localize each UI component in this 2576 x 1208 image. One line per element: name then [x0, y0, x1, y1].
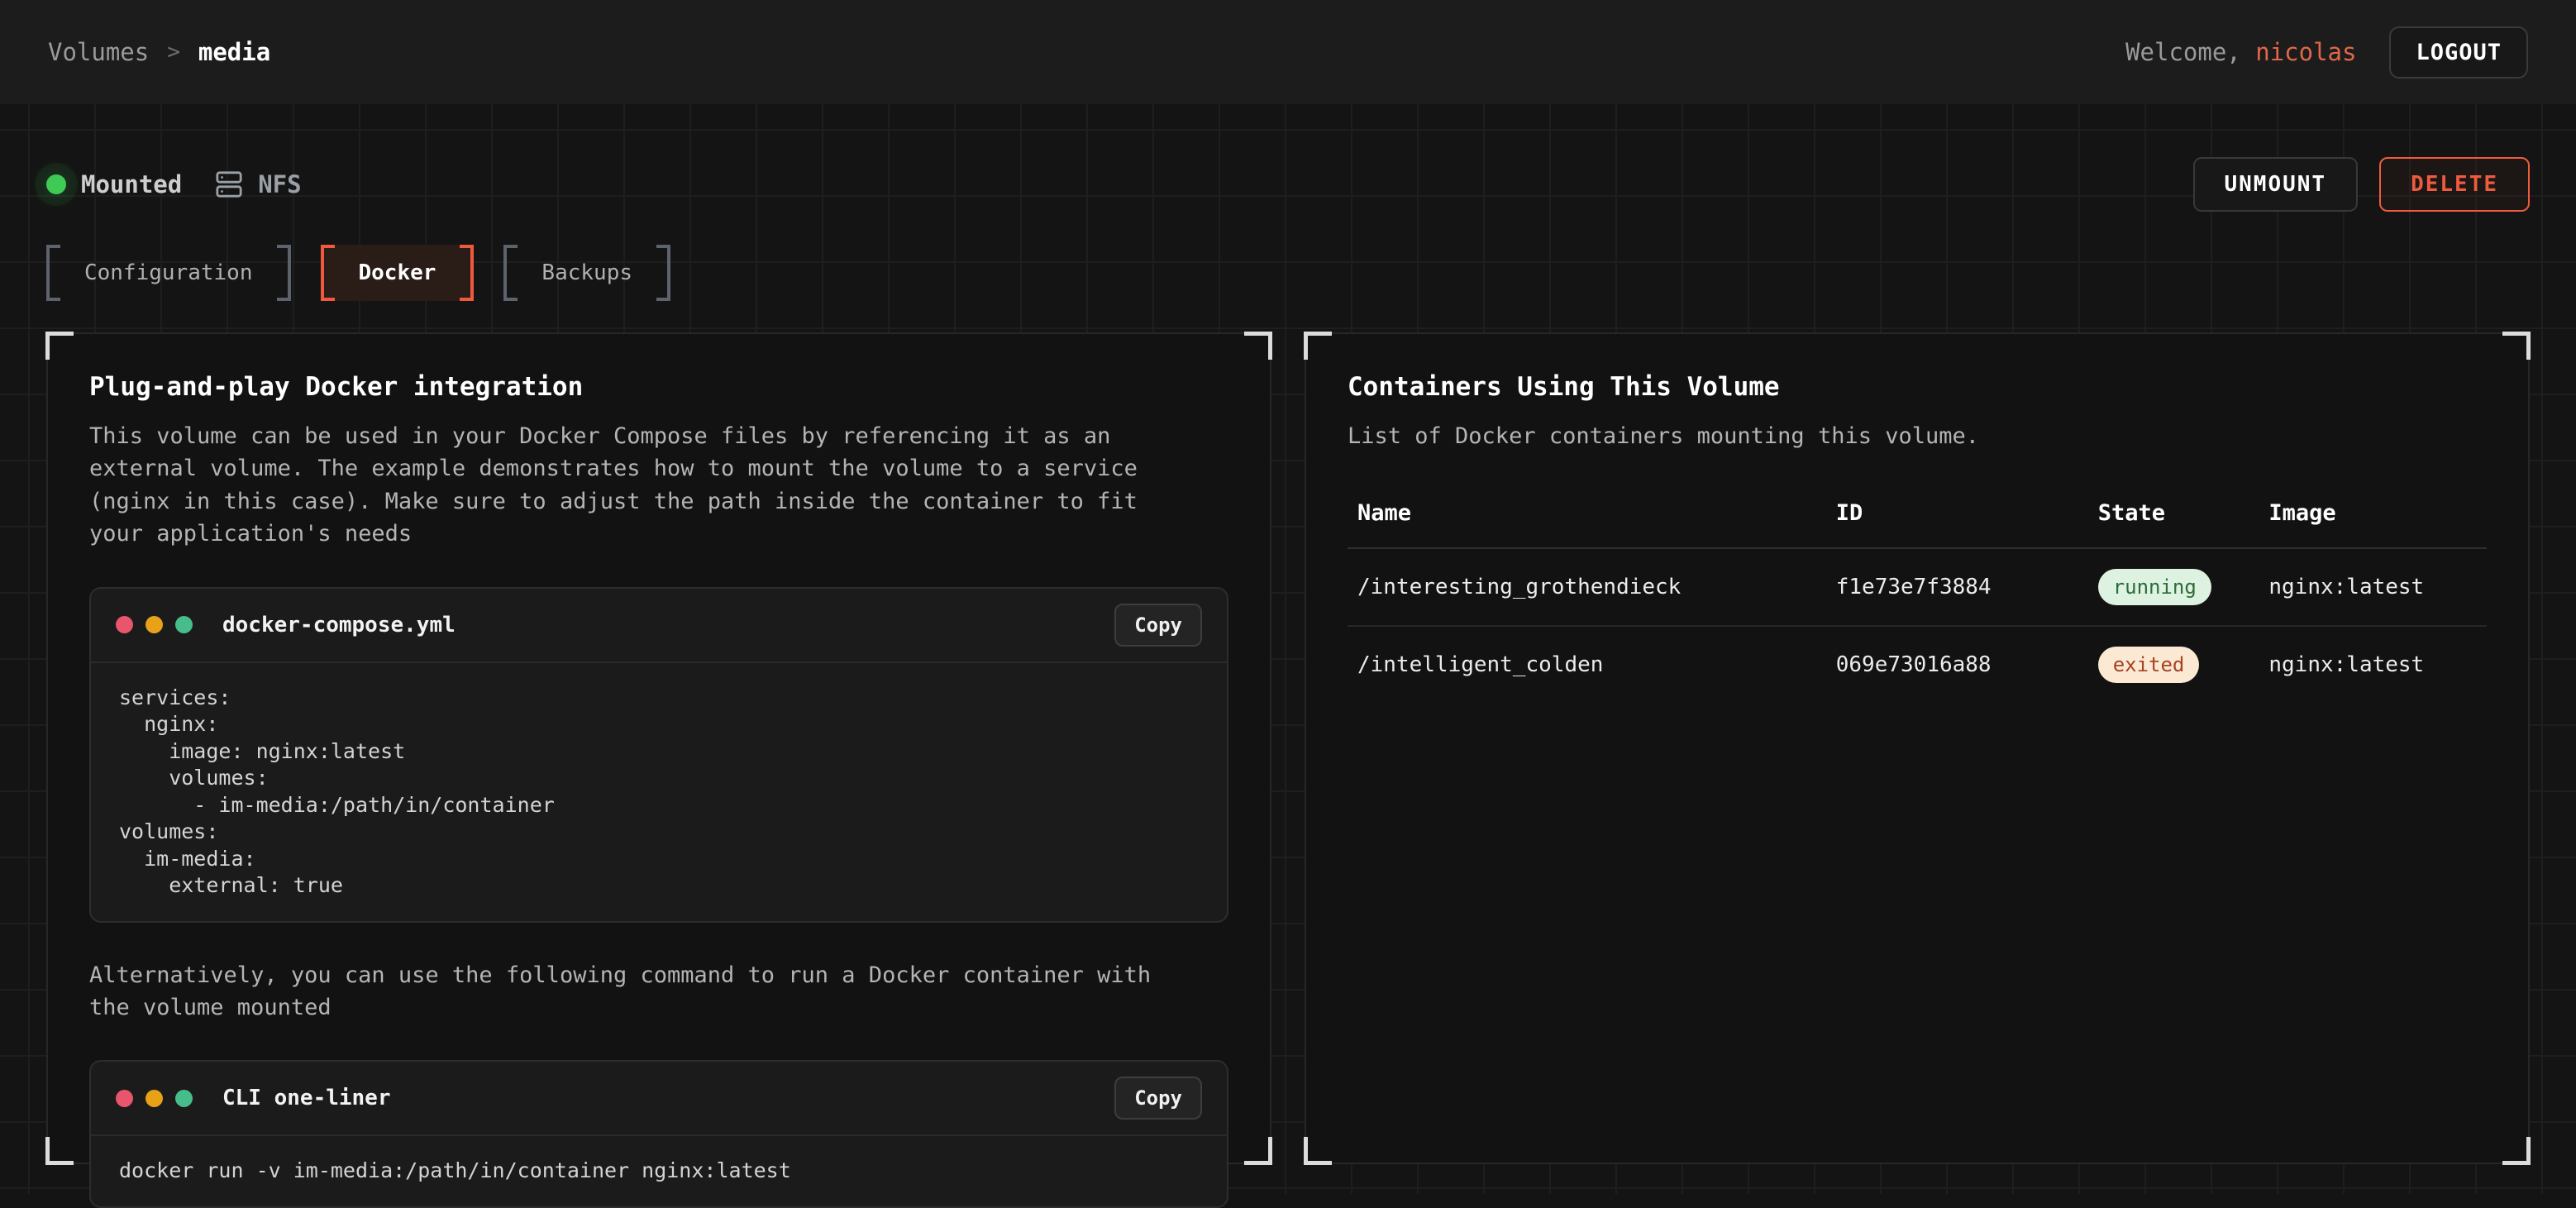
breadcrumb-current-page: media — [198, 38, 270, 66]
volume-actions: UNMOUNT DELETE — [2193, 157, 2531, 212]
panel-corner-icon — [45, 332, 74, 360]
tab-docker[interactable]: Docker — [321, 245, 475, 301]
panel-corner-icon — [1244, 332, 1272, 360]
window-dots — [116, 1090, 193, 1107]
container-id: 069e73016a88 — [1826, 626, 2088, 703]
docker-integration-panel: Plug-and-play Docker integration This vo… — [46, 332, 1271, 1164]
bracket-left-icon — [503, 245, 518, 301]
container-image: nginx:latest — [2259, 626, 2487, 703]
top-bar: Volumes > media Welcome, nicolas LOGOUT — [0, 0, 2576, 104]
window-dot-red-icon — [116, 616, 133, 633]
compose-code-card-header: docker-compose.yml Copy — [91, 589, 1227, 661]
mounted-status-label: Mounted — [81, 170, 182, 198]
table-row: /intelligent_colden 069e73016a88 exited … — [1348, 626, 2487, 703]
username: nicolas — [2255, 38, 2356, 66]
window-dot-green-icon — [175, 1090, 193, 1107]
logout-button[interactable]: LOGOUT — [2389, 26, 2528, 79]
cli-code-card-header: CLI one-liner Copy — [91, 1062, 1227, 1134]
column-header-state: State — [2088, 500, 2259, 548]
topbar-right: Welcome, nicolas LOGOUT — [2125, 26, 2528, 79]
panel-corner-icon — [1304, 332, 1332, 360]
containers-table-header-row: Name ID State Image — [1348, 500, 2487, 548]
cli-title: CLI one-liner — [222, 1086, 391, 1110]
containers-panel-subtitle: List of Docker containers mounting this … — [1348, 420, 2431, 452]
container-id: f1e73e7f3884 — [1826, 548, 2088, 626]
breadcrumb-separator: > — [167, 40, 180, 64]
window-dot-amber-icon — [145, 616, 163, 633]
unmount-button[interactable]: UNMOUNT — [2193, 157, 2359, 212]
main-content: Mounted NFS UNMOUNT DELETE Configuration… — [0, 104, 2576, 1194]
column-header-image: Image — [2259, 500, 2487, 548]
compose-code-card: docker-compose.yml Copy services: nginx:… — [89, 587, 1228, 923]
copy-compose-button[interactable]: Copy — [1114, 604, 1202, 647]
volume-status-indicators: Mounted NFS — [46, 170, 302, 198]
containers-table: Name ID State Image /interesting_grothen… — [1348, 500, 2487, 703]
container-name: /intelligent_colden — [1348, 626, 1826, 703]
container-image: nginx:latest — [2259, 548, 2487, 626]
welcome-text: Welcome, nicolas — [2125, 38, 2356, 66]
panel-corner-icon — [1304, 1137, 1332, 1165]
window-dots — [116, 616, 193, 633]
bracket-left-icon — [321, 245, 335, 301]
panel-corner-icon — [2502, 332, 2531, 360]
tab-configuration-label: Configuration — [84, 260, 253, 285]
tab-backups[interactable]: Backups — [503, 245, 670, 301]
cli-intro-text: Alternatively, you can use the following… — [89, 959, 1172, 1024]
panel-corner-icon — [1244, 1137, 1272, 1165]
table-row: /interesting_grothendieck f1e73e7f3884 r… — [1348, 548, 2487, 626]
window-dot-green-icon — [175, 616, 193, 633]
compose-code: services: nginx: image: nginx:latest vol… — [91, 661, 1227, 921]
panel-corner-icon — [2502, 1137, 2531, 1165]
tab-backups-label: Backups — [541, 260, 632, 285]
tab-docker-label: Docker — [359, 260, 436, 285]
server-icon — [215, 170, 243, 198]
breadcrumb: Volumes > media — [48, 38, 270, 66]
bracket-right-icon — [460, 245, 474, 301]
breadcrumb-volumes-link[interactable]: Volumes — [48, 38, 149, 66]
delete-button[interactable]: DELETE — [2379, 157, 2530, 212]
docker-panel-title: Plug-and-play Docker integration — [89, 372, 1228, 402]
containers-panel-title: Containers Using This Volume — [1348, 372, 2487, 402]
containers-panel: Containers Using This Volume List of Doc… — [1305, 332, 2530, 1164]
column-header-name: Name — [1348, 500, 1826, 548]
volume-type-label: NFS — [258, 170, 301, 198]
window-dot-amber-icon — [145, 1090, 163, 1107]
docker-panel-description: This volume can be used in your Docker C… — [89, 420, 1172, 551]
status-badge: exited — [2098, 647, 2200, 683]
window-dot-red-icon — [116, 1090, 133, 1107]
bracket-right-icon — [656, 245, 670, 301]
tab-bar: Configuration Docker Backups — [46, 245, 2530, 301]
compose-filename: docker-compose.yml — [222, 613, 456, 637]
panel-corner-icon — [45, 1137, 74, 1165]
volume-status-row: Mounted NFS UNMOUNT DELETE — [46, 104, 2530, 212]
copy-cli-button[interactable]: Copy — [1114, 1077, 1202, 1120]
mounted-status-dot-icon — [46, 174, 66, 194]
container-name: /interesting_grothendieck — [1348, 548, 1826, 626]
tab-configuration[interactable]: Configuration — [46, 245, 291, 301]
panels-row: Plug-and-play Docker integration This vo… — [46, 332, 2530, 1164]
welcome-prefix: Welcome, — [2125, 38, 2255, 66]
column-header-id: ID — [1826, 500, 2088, 548]
cli-code-card: CLI one-liner Copy docker run -v im-medi… — [89, 1060, 1228, 1208]
bracket-left-icon — [46, 245, 60, 301]
status-badge: running — [2098, 569, 2211, 605]
cli-code: docker run -v im-media:/path/in/containe… — [91, 1134, 1227, 1206]
bracket-right-icon — [277, 245, 291, 301]
